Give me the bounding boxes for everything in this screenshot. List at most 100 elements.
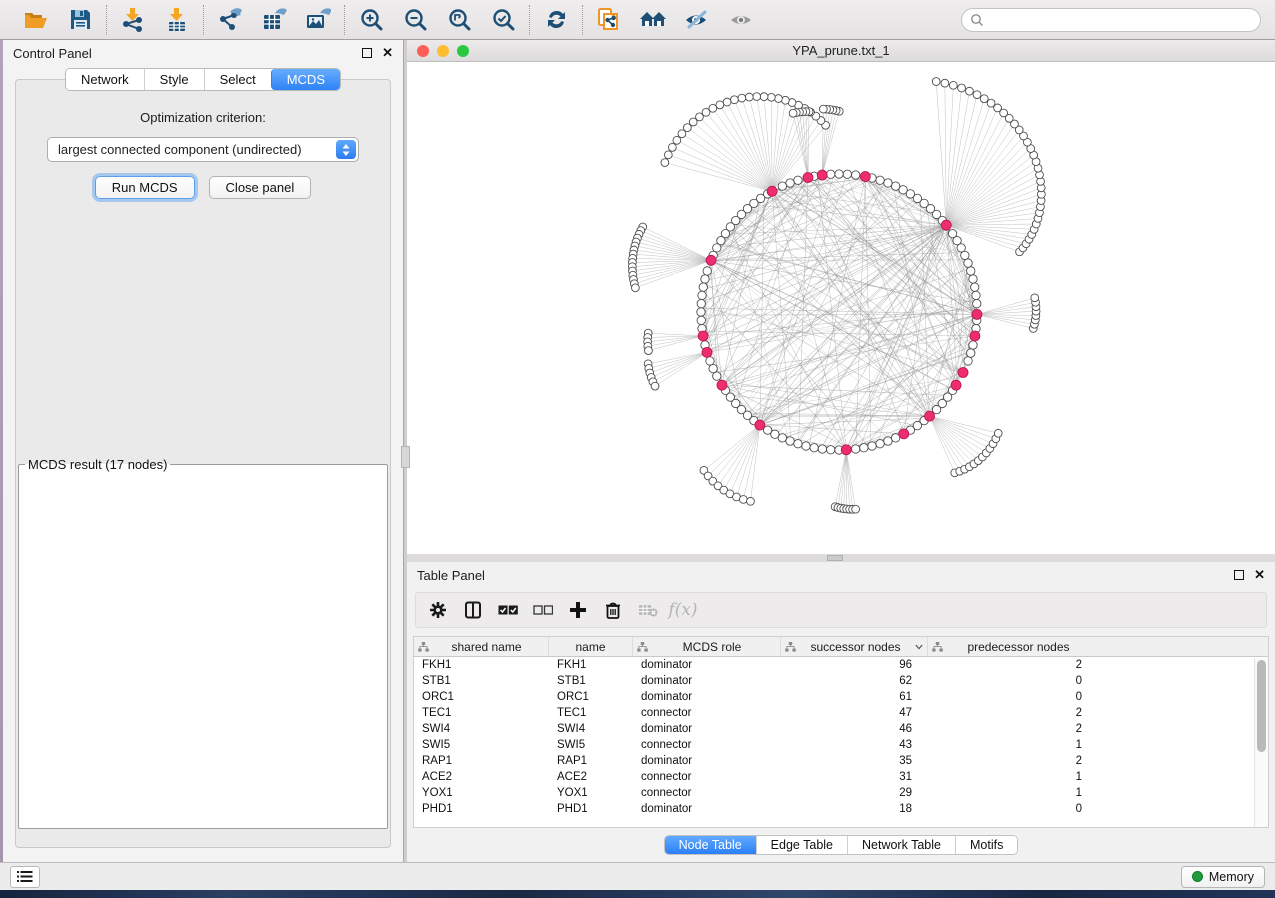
- network-node[interactable]: [967, 267, 975, 275]
- table-row[interactable]: TEC1TEC1connector472: [414, 705, 1268, 721]
- table-scrollbar[interactable]: [1254, 658, 1268, 827]
- network-node[interactable]: [716, 101, 724, 109]
- network-node[interactable]: [948, 229, 956, 237]
- network-node[interactable]: [810, 444, 818, 452]
- network-node[interactable]: [747, 497, 755, 505]
- close-panel-icon[interactable]: ✕: [1254, 570, 1265, 580]
- scrollbar-thumb[interactable]: [1257, 660, 1266, 752]
- network-hub-node[interactable]: [899, 429, 909, 439]
- delete-table-icon[interactable]: [636, 598, 660, 622]
- network-node[interactable]: [645, 347, 653, 355]
- network-node[interactable]: [794, 176, 802, 184]
- network-hub-node[interactable]: [767, 186, 777, 196]
- column-header-successor-nodes[interactable]: successor nodes: [781, 637, 928, 656]
- network-window-titlebar[interactable]: YPA_prune.txt_1: [407, 40, 1275, 62]
- tab-edge-table[interactable]: Edge Table: [756, 836, 847, 854]
- show-all-button[interactable]: [727, 6, 755, 34]
- zoom-selected-button[interactable]: [489, 6, 517, 34]
- network-node[interactable]: [987, 99, 995, 107]
- network-graph[interactable]: [407, 62, 1275, 554]
- network-node[interactable]: [706, 357, 714, 365]
- tab-style[interactable]: Style: [144, 69, 204, 90]
- network-node[interactable]: [964, 357, 972, 365]
- table-row[interactable]: STB1STB1dominator620: [414, 673, 1268, 689]
- delete-column-icon[interactable]: [601, 598, 625, 622]
- network-node[interactable]: [775, 95, 783, 103]
- network-node[interactable]: [786, 437, 794, 445]
- open-session-button[interactable]: [22, 6, 50, 34]
- network-node[interactable]: [876, 176, 884, 184]
- network-hub-node[interactable]: [860, 172, 870, 182]
- table-row[interactable]: RAP1RAP1dominator352: [414, 753, 1268, 769]
- network-node[interactable]: [994, 429, 1002, 437]
- splitter-grip[interactable]: [827, 555, 843, 561]
- network-node[interactable]: [969, 275, 977, 283]
- add-column-icon[interactable]: [566, 598, 590, 622]
- network-node[interactable]: [697, 299, 705, 307]
- network-node[interactable]: [851, 445, 859, 453]
- network-node[interactable]: [884, 179, 892, 187]
- network-node[interactable]: [673, 136, 681, 144]
- network-node[interactable]: [949, 81, 957, 89]
- network-node[interactable]: [891, 182, 899, 190]
- network-node[interactable]: [778, 434, 786, 442]
- deselect-all-icon[interactable]: [531, 598, 555, 622]
- zoom-fit-button[interactable]: [445, 6, 473, 34]
- network-node[interactable]: [868, 442, 876, 450]
- network-node[interactable]: [932, 78, 940, 86]
- column-header-mcds-role[interactable]: MCDS role: [633, 637, 781, 656]
- refresh-button[interactable]: [542, 6, 570, 34]
- network-node[interactable]: [884, 437, 892, 445]
- close-panel-icon[interactable]: ✕: [382, 48, 393, 58]
- network-hub-node[interactable]: [972, 309, 982, 319]
- zoom-out-button[interactable]: [401, 6, 429, 34]
- select-all-icon[interactable]: [496, 598, 520, 622]
- settings-gear-icon[interactable]: [426, 598, 450, 622]
- search-input[interactable]: [961, 8, 1261, 32]
- network-node[interactable]: [632, 284, 640, 292]
- network-canvas[interactable]: [407, 62, 1275, 554]
- run-mcds-button[interactable]: Run MCDS: [95, 176, 195, 199]
- network-node[interactable]: [966, 87, 974, 95]
- network-node[interactable]: [973, 299, 981, 307]
- show-panels-button[interactable]: [10, 866, 40, 888]
- network-hub-node[interactable]: [941, 220, 951, 230]
- network-node[interactable]: [753, 93, 761, 101]
- network-hub-node[interactable]: [698, 331, 708, 341]
- tab-network[interactable]: Network: [66, 69, 144, 90]
- splitter-grip[interactable]: [401, 446, 410, 468]
- network-node[interactable]: [835, 170, 843, 178]
- network-node[interactable]: [738, 94, 746, 102]
- network-node[interactable]: [739, 496, 747, 504]
- network-node[interactable]: [826, 446, 834, 454]
- table-row[interactable]: ORC1ORC1dominator610: [414, 689, 1268, 705]
- network-node[interactable]: [730, 96, 738, 104]
- export-image-button[interactable]: [304, 6, 332, 34]
- table-row[interactable]: ACE2ACE2connector311: [414, 769, 1268, 785]
- import-table-button[interactable]: [163, 6, 191, 34]
- network-node[interactable]: [789, 109, 797, 117]
- network-node[interactable]: [661, 159, 669, 167]
- network-node[interactable]: [851, 171, 859, 179]
- network-hub-node[interactable]: [970, 331, 980, 341]
- vertical-splitter[interactable]: [403, 40, 407, 862]
- network-node[interactable]: [668, 143, 676, 151]
- network-node[interactable]: [699, 283, 707, 291]
- network-hub-node[interactable]: [717, 380, 727, 390]
- network-node[interactable]: [852, 505, 860, 513]
- network-node[interactable]: [786, 179, 794, 187]
- network-node[interactable]: [958, 84, 966, 92]
- network-hub-node[interactable]: [841, 445, 851, 455]
- table-row[interactable]: PHD1PHD1dominator180: [414, 801, 1268, 817]
- network-node[interactable]: [860, 444, 868, 452]
- horizontal-splitter[interactable]: [407, 554, 1275, 562]
- network-hub-node[interactable]: [706, 255, 716, 265]
- network-hub-node[interactable]: [951, 380, 961, 390]
- tab-mcds[interactable]: MCDS: [271, 69, 340, 90]
- tab-select[interactable]: Select: [204, 69, 271, 90]
- tab-node-table[interactable]: Node Table: [665, 836, 756, 854]
- network-node[interactable]: [703, 267, 711, 275]
- float-panel-icon[interactable]: [1234, 570, 1244, 580]
- network-node[interactable]: [802, 442, 810, 450]
- show-column-icon[interactable]: [461, 598, 485, 622]
